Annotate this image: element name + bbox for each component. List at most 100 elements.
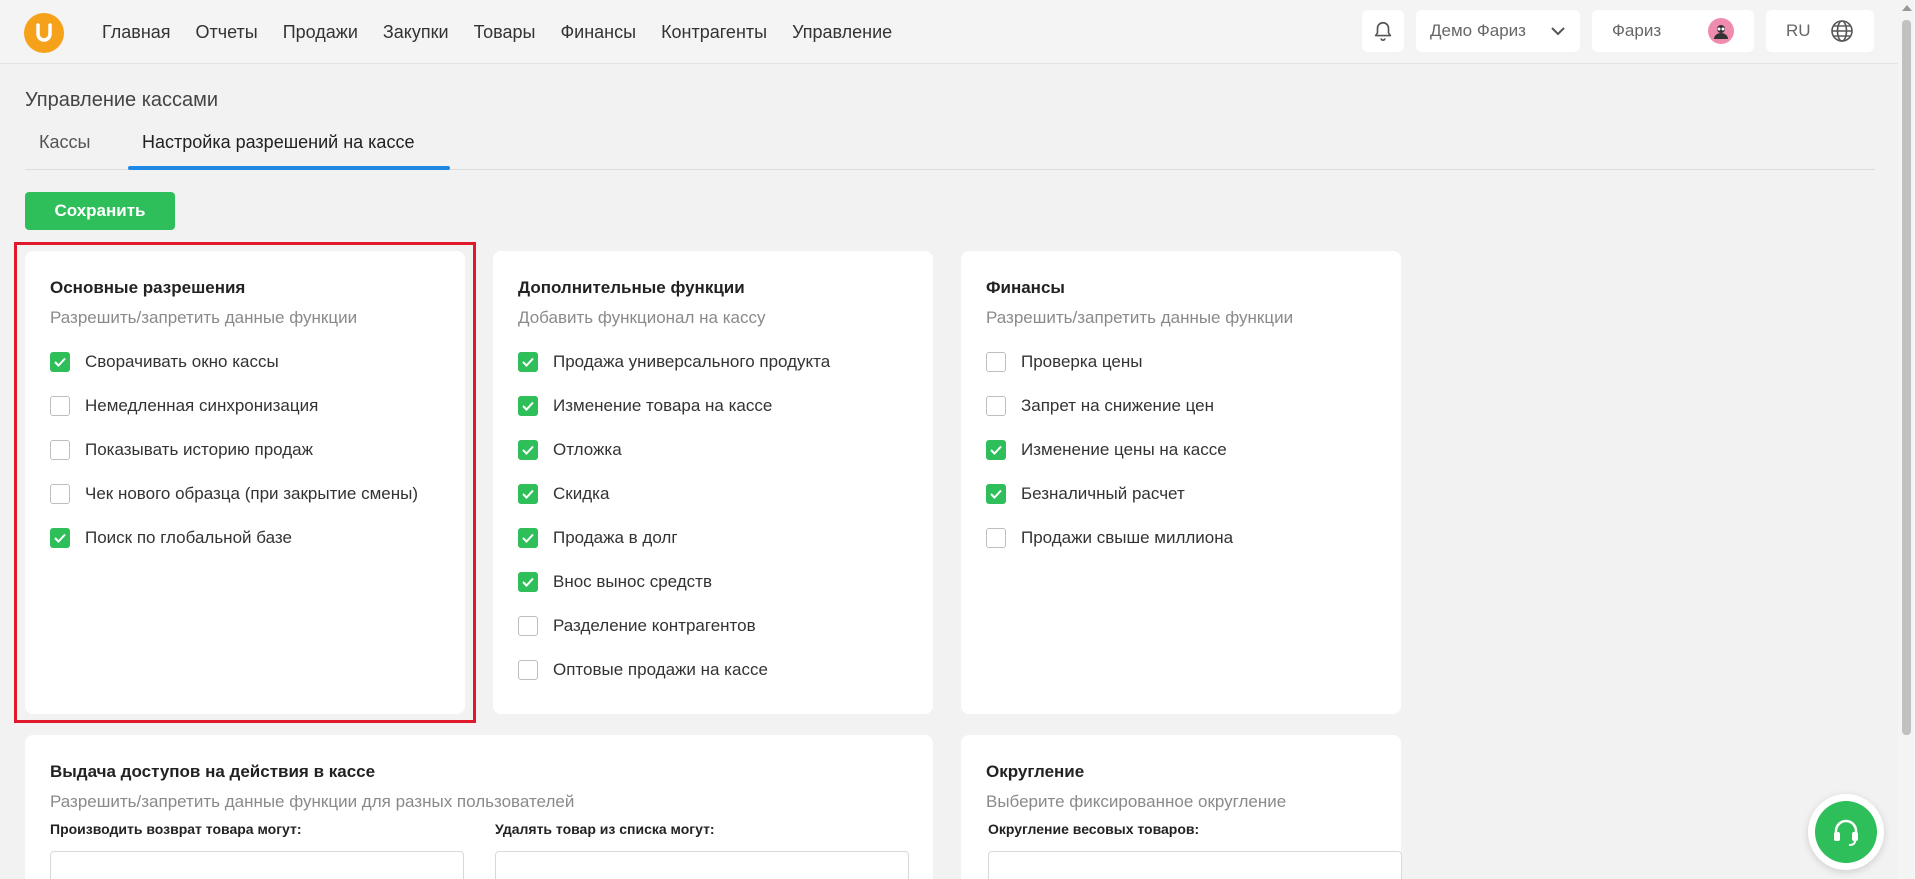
logo-u-icon[interactable] [24, 13, 64, 53]
checkbox[interactable] [518, 660, 538, 680]
active-tab-indicator [128, 166, 450, 170]
checkbox[interactable] [518, 616, 538, 636]
tab-permissions[interactable]: Настройка разрешений на кассе [142, 132, 414, 153]
card-rounding: Округление Выберите фиксированное округл… [961, 735, 1402, 879]
checkbox-label: Продажи свыше миллиона [1021, 528, 1234, 547]
checkbox-row[interactable]: Запрет на снижение цен [986, 396, 1233, 440]
card-title: Выдача доступов на действия в кассе [50, 762, 376, 781]
checkbox[interactable] [50, 528, 70, 548]
check-icon [522, 533, 534, 543]
user-avatar-icon [1714, 25, 1728, 39]
checkbox-row[interactable]: Внос вынос средств [518, 572, 830, 616]
checkbox-row[interactable]: Поиск по глобальной базе [50, 528, 418, 572]
checkbox-row[interactable]: Немедленная синхронизация [50, 396, 418, 440]
rounding-select[interactable] [988, 851, 1402, 879]
checkbox[interactable] [986, 396, 1006, 416]
checkbox-row[interactable]: Чек нового образца (при закрытие смены) [50, 484, 418, 528]
language-selector[interactable]: RU [1766, 10, 1874, 52]
card-title: Дополнительные функции [518, 278, 745, 297]
checkbox-label: Запрет на снижение цен [1021, 396, 1215, 415]
checkbox-row[interactable]: Оптовые продажи на кассе [518, 660, 830, 704]
nav-item-management[interactable]: Управление [792, 22, 892, 43]
checkbox-label: Немедленная синхронизация [85, 396, 319, 415]
card-subtitle: Добавить функционал на кассу [518, 308, 766, 327]
globe-icon [1831, 20, 1853, 42]
checkbox-label: Показывать историю продаж [85, 440, 314, 459]
tab-cash-registers[interactable]: Кассы [39, 132, 90, 153]
checkbox-row[interactable]: Сворачивать окно кассы [50, 352, 418, 396]
checkbox[interactable] [986, 528, 1006, 548]
checkbox[interactable] [50, 440, 70, 460]
checkbox-row[interactable]: Отложка [518, 440, 830, 484]
checkbox-label: Скидка [553, 484, 610, 503]
nav-item-purchases[interactable]: Закупки [383, 22, 449, 43]
nav-item-reports[interactable]: Отчеты [196, 22, 258, 43]
delete-users-select[interactable] [495, 851, 909, 879]
user-name: Фариз [1612, 21, 1662, 40]
checkbox-row[interactable]: Продажа универсального продукта [518, 352, 830, 396]
checkbox-label: Чек нового образца (при закрытие смены) [85, 484, 418, 503]
checkbox-label: Сворачивать окно кассы [85, 352, 279, 371]
nav-item-products[interactable]: Товары [474, 22, 536, 43]
checkbox[interactable] [50, 396, 70, 416]
checkbox-row[interactable]: Изменение цены на кассе [986, 440, 1233, 484]
checkbox-row[interactable]: Показывать историю продаж [50, 440, 418, 484]
checkbox-row[interactable]: Продажа в долг [518, 528, 830, 572]
avatar [1708, 18, 1734, 44]
returns-users-select[interactable] [50, 851, 464, 879]
notifications-button[interactable] [1362, 10, 1404, 52]
checkbox[interactable] [986, 484, 1006, 504]
check-icon [522, 489, 534, 499]
org-selector[interactable]: Демо Фариз [1416, 10, 1580, 52]
support-chat-button[interactable] [1808, 794, 1884, 870]
checkbox[interactable] [986, 352, 1006, 372]
checkbox[interactable] [518, 484, 538, 504]
checkbox[interactable] [518, 572, 538, 592]
check-icon [522, 357, 534, 367]
card-access: Выдача доступов на действия в кассе Разр… [25, 735, 933, 879]
tab-bar: Кассы Настройка разрешений на кассе [25, 122, 1875, 170]
nav-item-counterparties[interactable]: Контрагенты [661, 22, 767, 43]
nav-item-sales[interactable]: Продажи [283, 22, 358, 43]
checkbox-label: Продажа в долг [553, 528, 678, 547]
checkbox[interactable] [518, 528, 538, 548]
checkbox[interactable] [50, 484, 70, 504]
checkbox-row[interactable]: Продажи свыше миллиона [986, 528, 1233, 572]
card-main-permissions: Основные разрешения Разрешить/запретить … [25, 251, 465, 714]
checkbox-label: Отложка [553, 440, 622, 459]
checkbox-label: Изменение товара на кассе [553, 396, 773, 415]
check-icon [54, 357, 66, 367]
card-title: Округление [986, 762, 1085, 781]
checkbox-row[interactable]: Проверка цены [986, 352, 1233, 396]
checkbox-list: Сворачивать окно кассы Немедленная синхро… [50, 352, 418, 572]
scrollbar-thumb[interactable] [1902, 20, 1911, 735]
check-icon [990, 445, 1002, 455]
save-button[interactable]: Сохранить [25, 192, 175, 230]
rounding-field-label: Округление весовых товаров: [988, 821, 1200, 837]
checkbox[interactable] [986, 440, 1006, 460]
checkbox[interactable] [518, 352, 538, 372]
nav-item-home[interactable]: Главная [102, 22, 171, 43]
checkbox[interactable] [50, 352, 70, 372]
checkbox-label: Оптовые продажи на кассе [553, 660, 768, 679]
checkbox-row[interactable]: Изменение товара на кассе [518, 396, 830, 440]
page-title: Управление кассами [25, 89, 219, 111]
checkbox-row[interactable]: Скидка [518, 484, 830, 528]
card-subtitle: Разрешить/запретить данные функции для р… [50, 792, 575, 811]
check-icon [990, 489, 1002, 499]
checkbox-row[interactable]: Разделение контрагентов [518, 616, 830, 660]
checkbox-row[interactable]: Безналичный расчет [986, 484, 1233, 528]
scroll-up-arrow-icon[interactable] [1902, 5, 1912, 11]
checkbox-label: Изменение цены на кассе [1021, 440, 1227, 459]
support-chat-circle [1815, 801, 1877, 863]
card-subtitle: Выберите фиксированное округление [986, 792, 1287, 811]
checkbox[interactable] [518, 396, 538, 416]
nav-item-finance[interactable]: Финансы [560, 22, 636, 43]
chevron-down-icon [1551, 27, 1565, 36]
returns-field-label: Производить возврат товара могут: [50, 821, 302, 837]
user-menu[interactable]: Фариз [1592, 10, 1754, 52]
logo-glyph [36, 23, 52, 42]
main-nav: Главная Отчеты Продажи Закупки Товары Фи… [102, 0, 917, 64]
checkbox[interactable] [518, 440, 538, 460]
org-name: Демо Фариз [1430, 21, 1526, 40]
